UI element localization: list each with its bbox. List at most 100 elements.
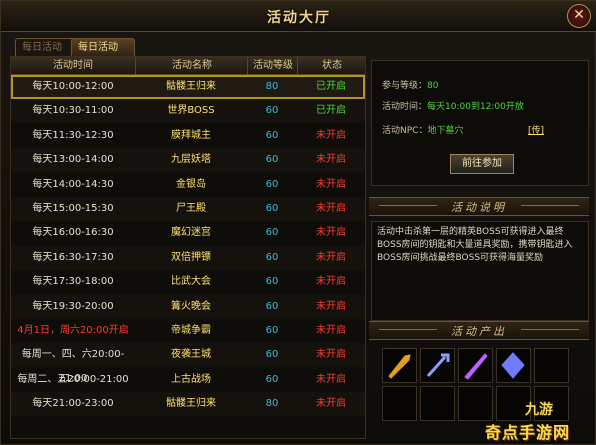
activity-rewards-header: 活动产出	[369, 321, 589, 340]
golden-sword-icon[interactable]	[382, 348, 417, 383]
header-time: 活动时间	[53, 60, 93, 71]
row-level: 60	[265, 276, 279, 288]
npc-value: 地下墓穴	[427, 126, 464, 136]
table-row[interactable]: 每天21:00-23:00 骷髅王归来 80 未开启	[11, 392, 365, 417]
table-row[interactable]: 每天17:30-18:00 比武大会 60 未开启	[11, 270, 365, 294]
row-status: 未开启	[316, 300, 346, 312]
row-status: 未开启	[316, 325, 346, 336]
row-status: 未开启	[316, 251, 346, 263]
row-time: 每天16:30-17:30	[32, 251, 114, 263]
table-header: 活动时间 活动名称 活动等级 状态	[11, 57, 365, 75]
row-status: 未开启	[316, 398, 346, 410]
row-time: 每天13:00-14:00	[32, 154, 114, 166]
row-status: 未开启	[316, 203, 346, 214]
row-activity-name: 夜袭王城	[171, 349, 211, 361]
teleport-link-label[interactable]: [传]	[528, 126, 544, 136]
title-bar: 活动大厅 ✕	[1, 1, 596, 32]
row-activity-name: 帝城争霸	[171, 325, 211, 336]
row-status: 未开启	[316, 227, 346, 239]
row-activity-name: 比武大会	[171, 276, 211, 288]
level-value: 80	[427, 81, 439, 91]
close-icon[interactable]: ✕	[567, 4, 591, 28]
time-label: 活动时间：	[382, 102, 428, 112]
row-activity-name: 骷髅王归来	[166, 81, 216, 92]
go-participate-button[interactable]: 前往参加	[450, 154, 514, 174]
row-time: 每天16:00-16:30	[32, 227, 114, 239]
site-watermark-logo: 九游 奇点手游网	[479, 399, 591, 443]
row-time: 每天14:00-14:30	[32, 178, 114, 190]
table-row[interactable]: 4月1日，周六20:00开启 帝城争霸 60 未开启	[11, 319, 365, 343]
row-activity-name: 上古战场	[171, 373, 211, 385]
reward-slot-empty[interactable]	[382, 386, 417, 421]
table-row[interactable]: 每天16:30-17:30 双倍押镖 60 未开启	[11, 245, 365, 270]
row-time: 每周一、四、六20:00-21:00	[21, 349, 125, 385]
time-value: 每天10:00到12:00开放	[427, 102, 524, 112]
table-row[interactable]: 每周二、五20:00-21:00 上古战场 60 未开启	[11, 368, 365, 392]
watermark-line2: 奇点手游网	[485, 423, 571, 442]
row-activity-name: 骷髅王归来	[166, 398, 216, 410]
table-row[interactable]: 每天13:00-14:00 九层妖塔 60 未开启	[11, 148, 365, 173]
row-level: 60	[265, 251, 279, 263]
activity-table: 活动时间 活动名称 活动等级 状态 每天10:00-12:00 骷髅王归来 80 已开…	[10, 56, 366, 439]
npc-info: 活动NPC：地下墓穴	[382, 123, 463, 136]
row-level: 60	[265, 349, 279, 361]
row-level: 60	[265, 203, 279, 214]
row-time: 每天17:30-18:00	[32, 276, 114, 288]
reward-slot-empty[interactable]	[534, 348, 569, 383]
blue-crystal-icon[interactable]	[496, 348, 531, 383]
row-status: 未开启	[316, 129, 346, 141]
table-row[interactable]: 每天10:30-11:00 世界BOSS 60 已开启	[11, 99, 365, 124]
purple-blade-icon[interactable]	[458, 348, 493, 383]
row-level: 60	[265, 227, 279, 239]
row-activity-name: 世界BOSS	[167, 105, 215, 117]
npc-teleport-link[interactable]: [传]	[528, 123, 544, 136]
row-status: 已开启	[316, 81, 346, 92]
row-status: 未开启	[316, 276, 346, 288]
row-activity-name: 膜拜城主	[171, 129, 211, 141]
table-row[interactable]: 每天14:00-14:30 金银岛 60 未开启	[11, 173, 365, 197]
table-row[interactable]: 每天19:30-20:00 篝火晚会 60 未开启	[11, 294, 365, 319]
reward-slot-empty[interactable]	[420, 386, 455, 421]
window-title: 活动大厅	[267, 10, 331, 26]
row-time: 每周二、五20:00-21:00	[17, 373, 129, 385]
row-level: 60	[265, 154, 279, 166]
activity-detail-panel: 参与等级：80 活动时间：每天10:00到12:00开放 活动NPC：地下墓穴 …	[371, 60, 589, 186]
row-level: 80	[265, 81, 279, 92]
row-status: 未开启	[316, 154, 346, 166]
table-row[interactable]: 每天15:00-15:30 尸王殿 60 未开启	[11, 197, 365, 221]
row-level: 60	[265, 373, 279, 385]
row-activity-name: 金银岛	[176, 178, 206, 190]
row-level: 60	[265, 129, 279, 141]
watermark-line1: 九游	[525, 402, 553, 418]
table-row[interactable]: 每周一、四、六20:00-21:00 夜袭王城 60 未开启	[11, 343, 365, 385]
level-info: 参与等级：80	[382, 78, 438, 91]
row-activity-name: 九层妖塔	[171, 154, 211, 166]
level-label: 参与等级：	[382, 81, 428, 91]
activity-description-box: 活动中击杀第一层的精英BOSS可获得进入最终BOSS房间的钥匙和大量道具奖励，携…	[371, 221, 589, 321]
row-time: 每天10:00-12:00	[32, 81, 114, 92]
npc-label: 活动NPC：	[382, 126, 428, 136]
blue-staff-icon[interactable]	[420, 348, 455, 383]
row-level: 60	[265, 105, 279, 117]
row-activity-name: 尸王殿	[176, 203, 206, 214]
row-level: 80	[265, 398, 279, 410]
header-level: 活动等级	[247, 57, 298, 74]
row-activity-name: 双倍押镖	[171, 251, 211, 263]
row-activity-name: 篝火晚会	[171, 300, 211, 312]
header-name: 活动名称	[135, 57, 248, 74]
tab-daily-activity-2[interactable]: 每日活动	[71, 38, 135, 57]
row-status: 已开启	[316, 105, 346, 117]
activity-hall-window: 活动大厅 ✕ 每日活动 每日活动 活动时间 活动名称 活动等级 状态 每天10:…	[0, 0, 596, 445]
table-row[interactable]: 每天11:30-12:30 膜拜城主 60 未开启	[11, 124, 365, 148]
table-row[interactable]: 每天16:00-16:30 魔幻迷宫 60 未开启	[11, 221, 365, 245]
row-activity-name: 魔幻迷宫	[171, 227, 211, 239]
row-time: 每天11:30-12:30	[32, 129, 114, 141]
activity-description-header: 活动说明	[369, 197, 589, 216]
row-time: 每天10:30-11:00	[32, 105, 114, 117]
row-time: 每天19:30-20:00	[32, 300, 114, 312]
table-row[interactable]: 每天10:00-12:00 骷髅王归来 80 已开启	[11, 75, 365, 99]
row-time: 4月1日，周六20:00开启	[17, 325, 129, 336]
row-level: 60	[265, 300, 279, 312]
activity-description-text: 活动中击杀第一层的精英BOSS可获得进入最终BOSS房间的钥匙和大量道具奖励，携…	[377, 227, 573, 263]
row-status: 未开启	[316, 373, 346, 385]
